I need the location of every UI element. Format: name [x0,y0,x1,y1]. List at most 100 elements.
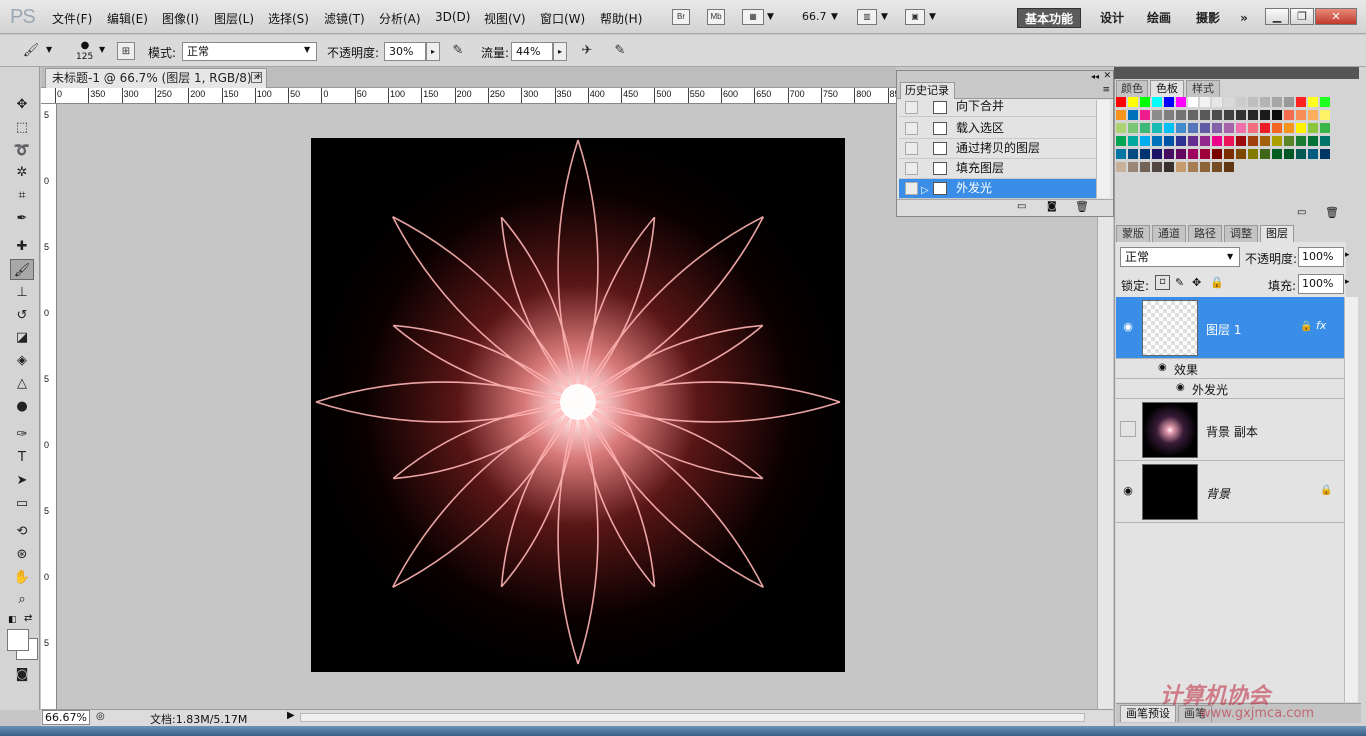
layer-opacity-field[interactable]: 100% [1298,247,1344,267]
new-snapshot-icon[interactable]: ◙ [1047,201,1057,212]
chevron-down-icon[interactable]: ▼ [99,45,105,54]
horizontal-scrollbar[interactable] [300,713,1085,722]
lock-all-icon[interactable]: 🔒 [1210,276,1224,289]
workspace-design-button[interactable]: 设计 [1097,8,1127,28]
close-icon[interactable]: ✕ [1103,71,1111,81]
color-swatch[interactable] [1308,149,1318,159]
lock-position-icon[interactable]: ✥ [1192,276,1201,289]
tab-channels[interactable]: 通道 [1152,225,1186,242]
color-swatch[interactable] [1212,97,1222,107]
history-item-selected[interactable]: ▷ 外发光 [899,179,1096,199]
color-swatch[interactable] [1260,97,1270,107]
color-swatch[interactable] [1128,123,1138,133]
marquee-tool-icon[interactable]: ⬚ [10,117,34,138]
menu-image[interactable]: 图像(I) [162,10,199,27]
zoom-level[interactable]: 66.7 [802,10,827,23]
color-swatch[interactable] [1212,149,1222,159]
color-swatch[interactable] [1152,110,1162,120]
history-snapshot-checkbox[interactable] [905,122,918,135]
eye-icon[interactable]: ◉ [1176,382,1185,393]
color-swatch[interactable] [1164,110,1174,120]
color-swatch[interactable] [1260,136,1270,146]
color-swatch[interactable] [1140,162,1150,172]
workspace-more-button[interactable]: » [1234,8,1254,28]
color-swatch[interactable] [1140,97,1150,107]
menu-window[interactable]: 窗口(W) [540,10,585,27]
minimize-icon[interactable]: ▁ [1265,8,1289,25]
layers-scrollbar[interactable] [1344,297,1358,702]
color-swatch[interactable] [1188,149,1198,159]
color-swatch[interactable] [1164,149,1174,159]
tablet-pressure-size-icon[interactable]: ✎ [611,42,629,60]
brush-preview-icon[interactable]: ● [76,40,94,52]
color-swatch[interactable] [1212,110,1222,120]
color-swatch[interactable] [1140,110,1150,120]
shape-tool-icon[interactable]: ▭ [10,493,34,514]
layer-effect-outer-glow-row[interactable]: ◉ 外发光 [1116,379,1344,399]
eye-icon[interactable]: ◉ [1120,483,1136,499]
color-swatch[interactable] [1284,149,1294,159]
tab-adjustments[interactable]: 调整 [1224,225,1258,242]
color-swatch[interactable] [1152,123,1162,133]
color-swatch[interactable] [1176,97,1186,107]
trash-icon[interactable]: 🗑 [1325,206,1339,219]
bridge-button[interactable]: Br [672,9,690,25]
color-swatch[interactable] [1236,136,1246,146]
tab-swatches[interactable]: 色板 [1150,80,1184,97]
color-swatch[interactable] [1224,162,1234,172]
color-swatch[interactable] [1116,123,1126,133]
status-info-icon[interactable]: ◎ [96,711,105,722]
close-icon[interactable]: ✕ [1315,8,1357,25]
color-swatch[interactable] [1272,97,1282,107]
chevron-down-icon[interactable]: ▼ [767,12,774,22]
color-swatch[interactable] [1128,136,1138,146]
color-swatch[interactable] [1188,97,1198,107]
color-swatch[interactable] [1224,136,1234,146]
color-swatch[interactable] [1152,97,1162,107]
color-swatch[interactable] [1164,162,1174,172]
layer-row-background[interactable]: ◉ 背景 🔒 [1116,461,1344,523]
color-swatch[interactable] [1284,110,1294,120]
color-swatch[interactable] [1116,149,1126,159]
3d-rotate-tool-icon[interactable]: ⟲ [10,521,34,542]
color-swatch[interactable] [1260,123,1270,133]
history-brush-tool-icon[interactable]: ↺ [10,305,34,326]
layer-fill-field[interactable]: 100% [1298,274,1344,294]
color-swatch[interactable] [1128,149,1138,159]
pen-tool-icon[interactable]: ✑ [10,424,34,445]
menu-help[interactable]: 帮助(H) [600,10,642,27]
menu-edit[interactable]: 编辑(E) [107,10,148,27]
opacity-slider-arrow[interactable]: ▸ [1345,250,1350,260]
color-swatch[interactable] [1248,123,1258,133]
lock-pixels-icon[interactable]: ✎ [1175,276,1184,289]
color-swatch[interactable] [1176,162,1186,172]
tab-color[interactable]: 颜色 [1116,80,1148,97]
trash-icon[interactable]: 🗑 [1075,200,1089,213]
menu-3d[interactable]: 3D(D) [435,10,470,24]
color-swatch[interactable] [1260,110,1270,120]
color-swatch[interactable] [1308,97,1318,107]
color-swatch[interactable] [1164,97,1174,107]
mini-bridge-button[interactable]: Mb [707,9,725,25]
crop-tool-icon[interactable]: ⌗ [10,185,34,206]
clone-stamp-tool-icon[interactable]: ⊥ [10,282,34,303]
flow-field[interactable]: 44% [511,42,553,61]
color-swatch[interactable] [1212,162,1222,172]
color-swatch[interactable] [1212,123,1222,133]
color-swatch[interactable] [1188,123,1198,133]
move-tool-icon[interactable]: ✥ [10,94,34,115]
color-swatch[interactable] [1116,97,1126,107]
menu-select[interactable]: 选择(S) [268,10,309,27]
spot-healing-tool-icon[interactable]: ✚ [10,236,34,257]
airbrush-icon[interactable]: ✈ [578,42,596,60]
color-swatch[interactable] [1308,110,1318,120]
flow-slider-arrow[interactable]: ▸ [553,42,567,61]
lasso-tool-icon[interactable]: ➰ [10,140,34,161]
color-swatch[interactable] [1200,97,1210,107]
vertical-ruler[interactable]: 5 0 5 0 5 0 5 0 5 [41,104,57,709]
color-swatch[interactable] [1320,110,1330,120]
color-swatch[interactable] [1236,149,1246,159]
color-swatch[interactable] [1200,136,1210,146]
color-swatch[interactable] [1224,123,1234,133]
history-item[interactable]: 向下合并 [899,99,1096,117]
